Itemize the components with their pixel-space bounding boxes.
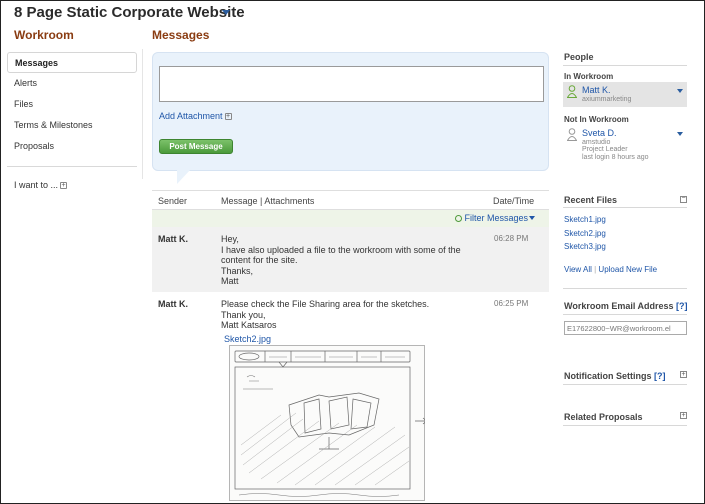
messages-table-header: Sender Message | Attachments Date/Time	[152, 190, 549, 210]
message-body: Please check the File Sharing area for t…	[221, 299, 429, 331]
people-heading: People	[564, 52, 594, 62]
message-time: 06:25 PM	[494, 299, 529, 308]
upload-new-file-link[interactable]: Upload New File	[598, 265, 657, 274]
sidebar-item-terms-milestones[interactable]: Terms & Milestones	[7, 115, 137, 136]
person-role: Project Leader	[582, 146, 628, 153]
person-card[interactable]: Matt K. axiummarketing	[563, 82, 687, 107]
expand-plus-icon[interactable]: +	[680, 412, 687, 419]
collapse-icon[interactable]: −	[680, 195, 687, 203]
sidebar-item-files[interactable]: Files	[7, 94, 137, 115]
related-proposals-divider	[563, 425, 687, 426]
message-textarea[interactable]	[159, 66, 544, 102]
add-attachment-plus-icon: +	[224, 113, 232, 121]
sidebar-divider	[7, 166, 137, 167]
table-row: Matt K. Hey, I have also uploaded a file…	[152, 227, 549, 292]
message-line: Please check the File Sharing area for t…	[221, 299, 430, 309]
search-icon	[455, 215, 463, 222]
message-line: Thanks,	[221, 265, 254, 276]
person-name[interactable]: Sveta D.	[582, 128, 617, 138]
notification-divider	[563, 384, 687, 385]
column-message: Message | Attachments	[221, 196, 315, 206]
link-separator: |	[594, 265, 597, 274]
project-dropdown-icon[interactable]	[222, 10, 230, 15]
post-message-button[interactable]: Post Message	[159, 139, 233, 154]
chevron-down-icon[interactable]	[677, 89, 683, 93]
recent-files-divider	[563, 207, 687, 208]
message-line: content for the site.	[221, 255, 298, 265]
i-want-to-menu[interactable]: I want to ... +	[14, 180, 68, 190]
sidebar-item-proposals[interactable]: Proposals	[7, 136, 137, 157]
user-offline-icon	[567, 128, 577, 141]
add-attachment-label: Add Attachment	[159, 111, 223, 121]
messages-heading: Messages	[152, 28, 210, 42]
chevron-down-icon[interactable]	[677, 132, 683, 136]
filter-messages-label: Filter Messages	[464, 213, 528, 223]
not-in-workroom-label: Not In Workroom	[564, 115, 629, 124]
compose-panel-tail	[177, 169, 191, 184]
in-workroom-label: In Workroom	[564, 72, 614, 81]
email-help-link[interactable]: [?]	[676, 301, 688, 311]
files-bottom-divider	[563, 288, 687, 289]
column-sender: Sender	[158, 196, 188, 206]
recent-file-link[interactable]: Sketch3.jpg	[564, 242, 606, 251]
sidebar-nav: Messages Alerts Files Terms & Milestones…	[7, 52, 137, 157]
recent-files-heading: Recent Files	[564, 195, 618, 205]
message-time: 06:28 PM	[494, 234, 529, 243]
person-name[interactable]: Matt K.	[582, 85, 611, 95]
person-card[interactable]: Sveta D. amstudio Project Leader last lo…	[563, 125, 687, 165]
email-divider	[563, 314, 687, 315]
expand-plus-icon[interactable]: +	[60, 182, 68, 190]
recent-file-link[interactable]: Sketch2.jpg	[564, 229, 606, 238]
project-title[interactable]: 8 Page Static Corporate Website	[14, 4, 245, 21]
email-address-heading: Workroom Email Address [?]	[564, 301, 688, 311]
recent-file-link[interactable]: Sketch1.jpg	[564, 215, 606, 224]
message-line: Hey,	[221, 234, 239, 244]
message-line: Matt Katsaros	[221, 320, 277, 330]
notification-settings-label: Notification Settings	[564, 371, 652, 381]
message-line: Matt	[221, 276, 239, 286]
sketch-image[interactable]	[229, 345, 425, 501]
view-all-link[interactable]: View All	[564, 265, 592, 274]
message-line: Thank you,	[221, 309, 266, 320]
i-want-to-label: I want to ...	[14, 180, 59, 190]
message-body: Hey, I have also uploaded a file to the …	[221, 234, 461, 287]
workroom-email-field[interactable]	[564, 321, 687, 335]
message-line: I have also uploaded a file to the workr…	[221, 244, 461, 255]
column-date-time: Date/Time	[493, 196, 535, 206]
table-row: Matt K. Please check the File Sharing ar…	[152, 292, 549, 502]
add-attachment-link[interactable]: Add Attachment +	[159, 111, 232, 121]
notification-help-link[interactable]: [?]	[654, 371, 666, 381]
sidebar-item-alerts[interactable]: Alerts	[7, 73, 137, 94]
person-last-login: last login 8 hours ago	[582, 154, 649, 161]
person-org: axiummarketing	[582, 96, 632, 103]
workroom-heading: Workroom	[14, 28, 74, 42]
message-sender: Matt K.	[158, 299, 188, 309]
app-frame: 8 Page Static Corporate Website Workroom…	[0, 0, 705, 504]
email-address-heading-label: Workroom Email Address	[564, 301, 674, 311]
people-divider	[563, 65, 687, 66]
chevron-down-icon	[529, 216, 535, 220]
notification-settings-heading: Notification Settings [?]	[564, 371, 666, 381]
filter-row: Filter Messages	[152, 210, 549, 227]
related-proposals-heading: Related Proposals	[564, 412, 643, 422]
message-sender: Matt K.	[158, 234, 188, 244]
sidebar-item-messages[interactable]: Messages	[7, 52, 137, 73]
attachment-link[interactable]: Sketch2.jpg	[224, 334, 271, 344]
user-online-icon	[567, 85, 577, 98]
filter-messages-dropdown[interactable]: Filter Messages	[455, 213, 535, 223]
sidebar-separator	[142, 49, 143, 179]
files-actions: View All | Upload New File	[564, 265, 657, 274]
expand-plus-icon[interactable]: +	[680, 371, 687, 378]
